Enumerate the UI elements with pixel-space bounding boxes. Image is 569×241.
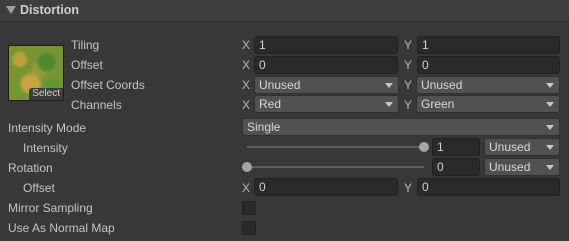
mirror-sampling-checkbox[interactable]	[242, 201, 256, 215]
intensity-mode-label: Intensity Mode	[8, 121, 87, 135]
offset-x-axis-label: X	[242, 58, 251, 72]
rotation-label: Rotation	[8, 161, 53, 175]
channels-y-value: Green	[421, 97, 455, 111]
rotation-offset-label: Offset	[23, 181, 55, 195]
rotation-offset-y-axis-label: Y	[404, 181, 413, 195]
collapse-caret-icon[interactable]	[6, 6, 16, 14]
offset-coords-y-axis-label: Y	[404, 78, 413, 92]
offset-coords-x-axis-label: X	[242, 78, 251, 92]
mirror-sampling-label: Mirror Sampling	[8, 201, 93, 215]
rotation-slider-knob[interactable]	[242, 162, 252, 172]
intensity-mode-select-value: Unused	[489, 140, 531, 154]
offset-coords-y-value: Unused	[421, 78, 463, 92]
chevron-down-icon	[546, 83, 554, 88]
channels-y-axis-label: Y	[404, 98, 413, 112]
rotation-slider-track[interactable]	[247, 166, 424, 168]
chevron-down-icon	[385, 83, 393, 88]
offset-coords-label: Offset Coords	[71, 78, 145, 92]
tiling-y-field[interactable]: 1	[417, 36, 560, 54]
normal-map-checkbox[interactable]	[242, 221, 256, 235]
offset-coords-x-value: Unused	[259, 78, 301, 92]
texture-select-button[interactable]: Select	[29, 88, 63, 100]
distortion-texture-slot[interactable]: Select	[8, 45, 64, 101]
tiling-x-axis-label: X	[242, 38, 251, 52]
intensity-mode-dropdown[interactable]: Single	[242, 118, 560, 136]
channels-x-dropdown[interactable]: Red	[254, 95, 399, 113]
intensity-label: Intensity	[23, 141, 68, 155]
channels-x-axis-label: X	[242, 98, 251, 112]
intensity-mode-value: Single	[247, 120, 281, 134]
rotation-offset-y-field[interactable]: 0	[417, 178, 560, 196]
tiling-label: Tiling	[71, 38, 100, 52]
rotation-mode-select[interactable]: Unused	[484, 158, 560, 176]
offset-coords-x-dropdown[interactable]: Unused	[254, 76, 399, 94]
rotation-offset-x-axis-label: X	[242, 181, 251, 195]
tiling-y-axis-label: Y	[404, 38, 413, 52]
offset-y-axis-label: Y	[404, 58, 413, 72]
chevron-down-icon	[546, 125, 554, 130]
offset-label: Offset	[71, 58, 103, 72]
chevron-down-icon	[546, 102, 554, 107]
offset-coords-y-dropdown[interactable]: Unused	[416, 76, 560, 94]
tiling-x-field[interactable]: 1	[254, 36, 398, 54]
channels-y-dropdown[interactable]: Green	[416, 95, 560, 113]
rotation-mode-select-value: Unused	[489, 160, 531, 174]
channels-label: Channels	[71, 98, 122, 112]
chevron-down-icon	[546, 145, 554, 150]
section-title: Distortion	[20, 3, 80, 17]
offset-y-field[interactable]: 0	[417, 56, 560, 74]
intensity-mode-select[interactable]: Unused	[484, 138, 560, 156]
chevron-down-icon	[385, 102, 393, 107]
offset-x-field[interactable]: 0	[254, 56, 398, 74]
intensity-value-field[interactable]: 1	[432, 138, 480, 156]
chevron-down-icon	[546, 165, 554, 170]
channels-x-value: Red	[259, 97, 282, 111]
intensity-slider-knob[interactable]	[419, 142, 429, 152]
rotation-value-field[interactable]: 0	[432, 158, 480, 176]
section-header-distortion[interactable]: Distortion	[0, 0, 569, 22]
intensity-slider-track[interactable]	[247, 146, 424, 148]
normal-map-label: Use As Normal Map	[8, 221, 115, 235]
rotation-offset-x-field[interactable]: 0	[254, 178, 398, 196]
